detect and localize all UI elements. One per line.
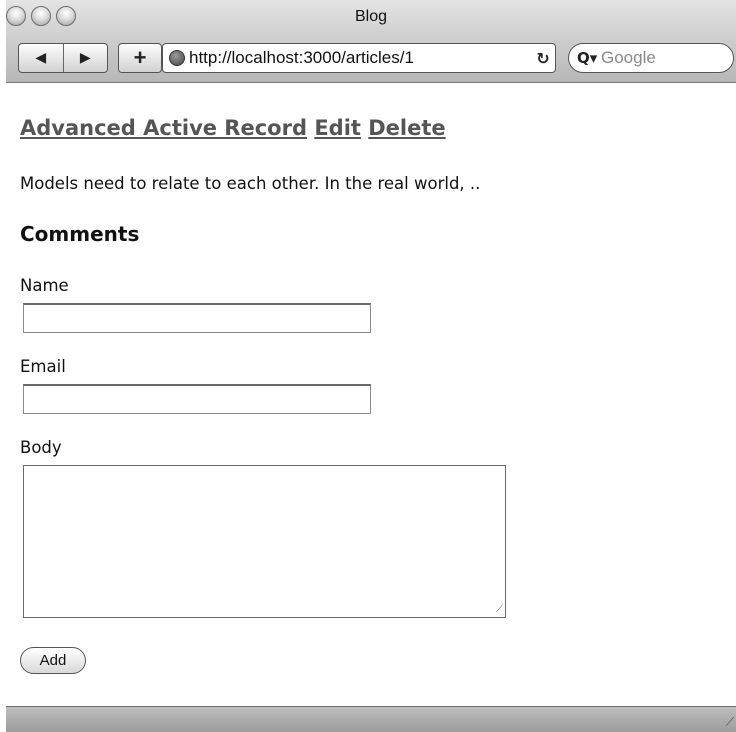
add-bookmark-button[interactable]: +: [118, 43, 162, 73]
edit-link[interactable]: Edit: [314, 116, 361, 140]
back-button[interactable]: ◀: [19, 44, 63, 72]
article-heading: Advanced Active Record Edit Delete: [20, 116, 446, 140]
back-forward-group: ◀ ▶: [18, 43, 108, 73]
body-label: Body: [20, 438, 62, 457]
resize-grip-icon[interactable]: ⟋: [496, 604, 503, 615]
name-label: Name: [20, 276, 69, 295]
plus-icon: +: [133, 45, 147, 70]
comments-heading: Comments: [20, 222, 140, 246]
address-bar[interactable]: http://localhost:3000/articles/1 ↻: [162, 43, 556, 73]
body-textarea[interactable]: ⟋: [23, 465, 506, 618]
window-title: Blog: [354, 8, 388, 25]
forward-button[interactable]: ▶: [62, 44, 108, 72]
delete-link[interactable]: Delete: [368, 116, 445, 140]
url-text[interactable]: http://localhost:3000/articles/1: [189, 48, 531, 68]
reload-icon[interactable]: ↻: [531, 49, 555, 68]
email-label: Email: [20, 357, 66, 376]
search-icon[interactable]: Q▾: [577, 49, 601, 67]
search-placeholder: Google: [601, 48, 656, 67]
article-summary: Models need to relate to each other. In …: [20, 174, 481, 193]
search-field[interactable]: Q▾ Google: [568, 43, 734, 73]
add-comment-button[interactable]: Add: [20, 647, 86, 674]
title-bar: Blog ◀ ▶ + http://localhost:3000/article…: [6, 0, 736, 83]
email-field[interactable]: [23, 384, 371, 414]
name-field[interactable]: [23, 303, 371, 333]
browser-window: Blog ◀ ▶ + http://localhost:3000/article…: [6, 0, 736, 732]
status-bar: ⟋: [6, 706, 736, 732]
back-arrow-icon: ◀: [35, 50, 47, 66]
globe-icon: [169, 50, 185, 66]
forward-arrow-icon: ▶: [79, 50, 91, 66]
window-resize-icon[interactable]: ⟋: [726, 715, 734, 730]
article-title-link[interactable]: Advanced Active Record: [20, 116, 307, 140]
